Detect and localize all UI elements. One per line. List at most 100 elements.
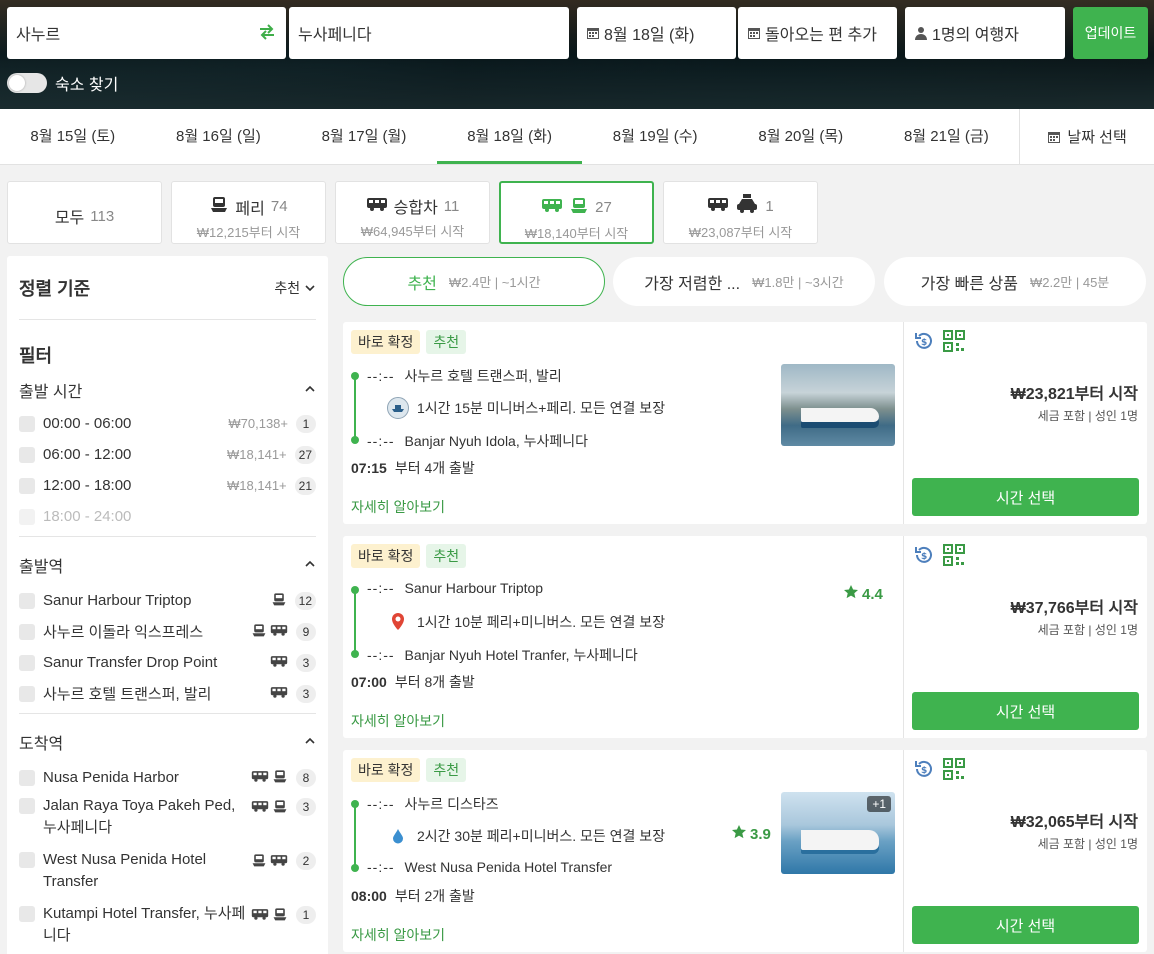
recommended-tag: 추천 (426, 544, 467, 568)
filter-option[interactable]: Kutampi Hotel Transfer, 누사페니다 1 (19, 901, 316, 954)
count-badge: 3 (296, 684, 316, 703)
date-field[interactable]: 8월 18일 (화) (577, 7, 736, 59)
return-field[interactable]: 돌아오는 편 추가 (738, 7, 897, 59)
travelers-field[interactable]: 1명의 여행자 (905, 7, 1065, 59)
count-badge: 8 (296, 768, 316, 787)
rating-value: 3.9 (750, 825, 771, 843)
category-label: 승합차 (393, 200, 438, 217)
filter-label: Jalan Raya Toya Pakeh Ped, 누사페니다 (43, 797, 236, 836)
filter-option[interactable]: 사누르 이돌라 익스프레스 9 (19, 616, 316, 647)
filter-option[interactable]: 12:00 - 18:00 ₩18,141+ 21 (19, 470, 316, 501)
result-card[interactable]: 바로 확정 추천 --:-- Sanur Harbour Triptop 1시간 … (343, 536, 1147, 738)
category-tab-van-ferry[interactable]: 27 ₩18,140부터 시작 (499, 181, 654, 244)
date-tab[interactable]: 8월 20일 (목) (728, 109, 874, 164)
category-tab-ferry[interactable]: 페리 74 ₩12,215부터 시작 (171, 181, 326, 244)
photo-more-badge: +1 (867, 796, 891, 812)
price: ₩37,766부터 시작 (1010, 600, 1138, 617)
sort-pill-recommended[interactable]: 추천 ₩2.4만 | ~1시간 (343, 257, 605, 306)
checkbox[interactable] (19, 592, 35, 609)
date-tab[interactable]: 8월 16일 (일) (146, 109, 292, 164)
date-tab[interactable]: 8월 15일 (토) (0, 109, 146, 164)
chevron-down-icon (304, 280, 316, 296)
date-picker-button[interactable]: 날짜 선택 (1019, 109, 1154, 164)
sort-pill-fastest[interactable]: 가장 빠른 상품 ₩2.2만 | 45분 (884, 257, 1146, 306)
sort-pill-cheapest[interactable]: 가장 저렴한 ... ₩1.8만 | ~3시간 (613, 257, 875, 306)
sort-title: 정렬 기준 (19, 278, 91, 299)
trip-info: 2시간 30분 페리+미니버스. 모든 연결 보장 (417, 828, 666, 844)
rating: 3.9 (731, 824, 771, 844)
category-count: 11 (443, 197, 460, 215)
to-field[interactable]: 누사페니다 (289, 7, 569, 59)
ferry-icon (272, 798, 288, 821)
filter-option[interactable]: Jalan Raya Toya Pakeh Ped, 누사페니다 3 (19, 793, 316, 847)
checkbox[interactable] (19, 852, 35, 868)
rating: 4.4 (843, 584, 883, 604)
date-tab[interactable]: 8월 21일 (금) (874, 109, 1020, 164)
van-icon (251, 906, 269, 929)
result-card[interactable]: 바로 확정 추천 --:-- 사누르 호텔 트랜스퍼, 발리 1시간 15분 미니… (343, 322, 1147, 524)
category-tab-all[interactable]: 모두 113 (7, 181, 162, 244)
filter-option[interactable]: Sanur Harbour Triptop 12 (19, 585, 316, 616)
sort-value: 추천 (274, 279, 301, 296)
checkbox[interactable] (19, 685, 35, 702)
pill-label: 가장 저렴한 ... (644, 275, 741, 293)
van-icon (270, 852, 288, 875)
filter-price: ₩70,138+ (228, 416, 288, 431)
accommodation-toggle[interactable] (7, 73, 47, 93)
date-tab-selected[interactable]: 8월 18일 (화) (436, 109, 583, 164)
checkbox[interactable] (19, 623, 35, 640)
sort-select[interactable]: 추천 (274, 278, 316, 298)
checkbox[interactable] (19, 906, 35, 922)
category-count: 27 (595, 199, 612, 216)
from-value: 사누르 (16, 27, 61, 44)
departure-count: 부터 4개 출발 (394, 460, 475, 476)
person-icon (914, 26, 928, 40)
chevron-up-icon[interactable] (304, 733, 316, 751)
filter-option[interactable]: 사누르 호텔 트랜스퍼, 발리 3 (19, 678, 316, 709)
checkbox[interactable] (19, 769, 35, 786)
checkbox[interactable] (19, 446, 35, 463)
chevron-up-icon[interactable] (304, 381, 316, 399)
ferry-icon (209, 194, 229, 219)
departure-count: 부터 8개 출발 (394, 674, 475, 690)
chevron-up-icon[interactable] (304, 556, 316, 574)
checkbox[interactable] (19, 415, 35, 432)
sort-row: 정렬 기준 추천 (19, 256, 316, 320)
category-tab-van[interactable]: 승합차 11 ₩64,945부터 시작 (335, 181, 490, 244)
filter-option[interactable]: Sanur Transfer Drop Point 3 (19, 647, 316, 678)
boat-photo[interactable] (781, 364, 895, 446)
filter-option[interactable]: 06:00 - 12:00 ₩18,141+ 27 (19, 439, 316, 470)
van-icon (541, 196, 563, 219)
filter-option[interactable]: 00:00 - 06:00 ₩70,138+ 1 (19, 408, 316, 439)
count-badge: 3 (296, 798, 316, 816)
departure-count: 부터 2개 출발 (394, 888, 475, 904)
dep-time: --:-- (367, 796, 395, 812)
filter-option[interactable]: West Nusa Penida Hotel Transfer 2 (19, 847, 316, 901)
update-button[interactable]: 업데이트 (1073, 7, 1148, 59)
price: ₩23,821부터 시작 (1010, 386, 1138, 403)
filter-option[interactable]: Nusa Penida Harbor 8 (19, 762, 316, 793)
details-link[interactable]: 자세히 알아보기 (351, 925, 445, 945)
details-link[interactable]: 자세히 알아보기 (351, 497, 445, 517)
checkbox[interactable] (19, 477, 35, 494)
category-tab-van-taxi[interactable]: 1 ₩23,087부터 시작 (663, 181, 818, 244)
svg-text:$: $ (921, 338, 927, 348)
boat-photo[interactable]: +1 (781, 792, 895, 874)
checkbox[interactable] (19, 654, 35, 671)
to-station: West Nusa Penida Hotel Transfer (404, 859, 613, 875)
select-time-button[interactable]: 시간 선택 (912, 478, 1139, 516)
select-time-button[interactable]: 시간 선택 (912, 692, 1139, 730)
result-card[interactable]: 바로 확정 추천 --:-- 사누르 디스타즈 2시간 30분 페리+미니버스. … (343, 750, 1147, 952)
ferry-icon (271, 591, 287, 611)
details-link[interactable]: 자세히 알아보기 (351, 711, 445, 731)
swap-icon[interactable] (258, 23, 276, 46)
price: ₩32,065부터 시작 (1010, 814, 1138, 831)
ferry-icon (272, 906, 288, 929)
checkbox[interactable] (19, 798, 35, 814)
filter-label: 06:00 - 12:00 (43, 446, 132, 463)
select-time-button[interactable]: 시간 선택 (912, 906, 1139, 944)
date-tab[interactable]: 8월 19일 (수) (582, 109, 728, 164)
accommodation-toggle-label: 숙소 찾기 (55, 77, 119, 94)
from-field[interactable]: 사누르 (7, 7, 286, 59)
date-tab[interactable]: 8월 17일 (월) (291, 109, 437, 164)
